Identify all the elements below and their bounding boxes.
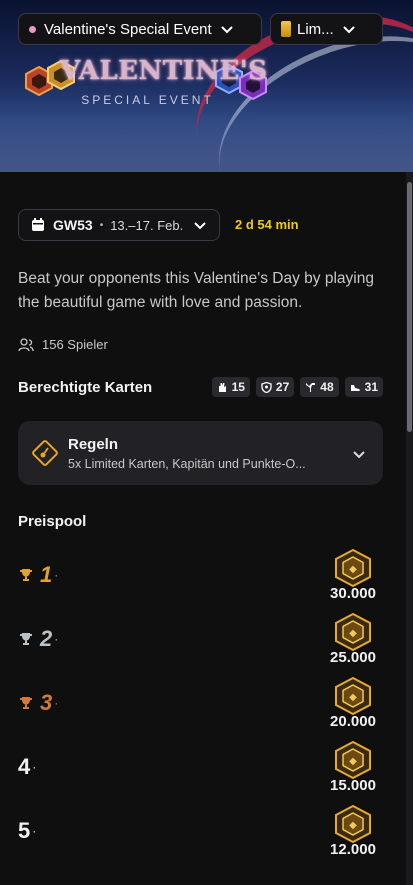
svg-text:◆: ◆ <box>349 756 357 767</box>
player-count-label: 156 Spieler <box>42 337 108 352</box>
reward-amount: 12.000 <box>330 841 376 858</box>
event-dot-icon <box>29 25 36 33</box>
rules-title: Regeln <box>68 435 119 453</box>
glove-icon <box>218 382 226 392</box>
reward: ◆ 20.000 <box>323 676 383 730</box>
chevron-down-icon <box>342 26 355 34</box>
event-select[interactable]: Valentine's Special Event <box>18 13 262 45</box>
rules-icon <box>32 440 58 466</box>
trophy-silver-icon <box>20 633 32 645</box>
limited-card-icon <box>281 21 291 37</box>
gameweek-label: GW53 <box>53 217 93 233</box>
coin-badge-icon: ◆ <box>335 676 371 716</box>
gameweek-select[interactable]: GW53 • 13.–17. Feb. <box>18 209 221 241</box>
banner-title: VALENTINE'S <box>60 56 268 86</box>
calendar-icon <box>32 218 44 231</box>
league-select-label: Lim... <box>297 20 334 38</box>
reward: ◆ 25.000 <box>323 612 383 666</box>
coin-badge-icon: ◆ <box>335 548 371 588</box>
trophy-gold-icon <box>20 569 32 581</box>
reward: ◆ 30.000 <box>323 548 383 602</box>
goalkeeper-count: 15 <box>211 377 250 397</box>
reward-amount: 25.000 <box>330 649 376 666</box>
place-number: 5 <box>18 818 31 843</box>
chevron-down-icon <box>220 26 233 34</box>
banner-subtitle: SPECIAL EVENT <box>81 93 214 107</box>
place-rank: 4 · <box>18 754 37 779</box>
chevron-down-icon <box>194 222 206 230</box>
prize-row: 2 · ◆ 25.000 <box>18 612 383 676</box>
coin-badge-icon: ◆ <box>335 612 371 652</box>
rules-summary: 5x Limited Karten, Kapitän und Punkte-O.… <box>68 456 306 471</box>
prize-row: 1 · ◆ 30.000 <box>18 548 383 612</box>
eligible-cards-title: Berechtigte Karten <box>18 379 153 396</box>
trophy-bronze-icon <box>20 697 32 709</box>
scrollbar-thumb[interactable] <box>407 182 412 432</box>
player-count: 156 Spieler <box>18 337 108 352</box>
midfield-icon <box>306 382 316 392</box>
coin-badge-icon: ◆ <box>335 804 371 844</box>
svg-text:◆: ◆ <box>349 564 357 575</box>
chevron-down-icon <box>353 451 365 459</box>
prize-row: 3 · ◆ 20.000 <box>18 676 383 740</box>
midfielder-count: 48 <box>300 377 339 397</box>
place-rank: 2 · <box>18 626 58 652</box>
reward: ◆ 12.000 <box>323 804 383 858</box>
svg-text:◆: ◆ <box>349 628 357 639</box>
shield-icon <box>261 381 272 393</box>
place-number: 3 <box>40 690 53 715</box>
place-number: 4 <box>18 754 31 779</box>
svg-text:◆: ◆ <box>349 692 357 703</box>
place-number: 1 <box>40 562 53 587</box>
prize-row: 5 · ◆ 12.000 <box>18 804 383 868</box>
event-select-label: Valentine's Special Event <box>44 20 212 38</box>
place-rank: 3 · <box>18 690 58 716</box>
users-icon <box>18 337 34 351</box>
place-rank: 5 · <box>18 818 37 843</box>
event-description: Beat your opponents this Valentine's Day… <box>18 270 374 311</box>
reward-amount: 30.000 <box>330 585 376 602</box>
reward-amount: 20.000 <box>330 713 376 730</box>
svg-text:◆: ◆ <box>349 820 357 831</box>
place-rank: 1 · <box>18 562 58 588</box>
gameweek-dates: 13.–17. Feb. <box>110 217 184 233</box>
boot-icon <box>350 384 360 391</box>
rules-accordion[interactable]: Regeln 5x Limited Karten, Kapitän und Pu… <box>18 421 383 485</box>
coin-badge-icon: ◆ <box>335 740 371 780</box>
prize-pool-title: Preispool <box>18 513 87 530</box>
eligible-counts: 15 27 48 31 <box>211 377 383 397</box>
reward: ◆ 15.000 <box>323 740 383 794</box>
countdown-timer: 2 d 54 min <box>235 217 299 232</box>
prize-row: 4 · ◆ 15.000 <box>18 740 383 804</box>
defender-count: 27 <box>255 377 295 397</box>
forward-count: 31 <box>344 377 383 397</box>
scrollbar[interactable] <box>406 172 413 885</box>
league-select[interactable]: Lim... <box>270 13 383 45</box>
reward-amount: 15.000 <box>330 777 376 794</box>
place-number: 2 <box>40 626 53 651</box>
